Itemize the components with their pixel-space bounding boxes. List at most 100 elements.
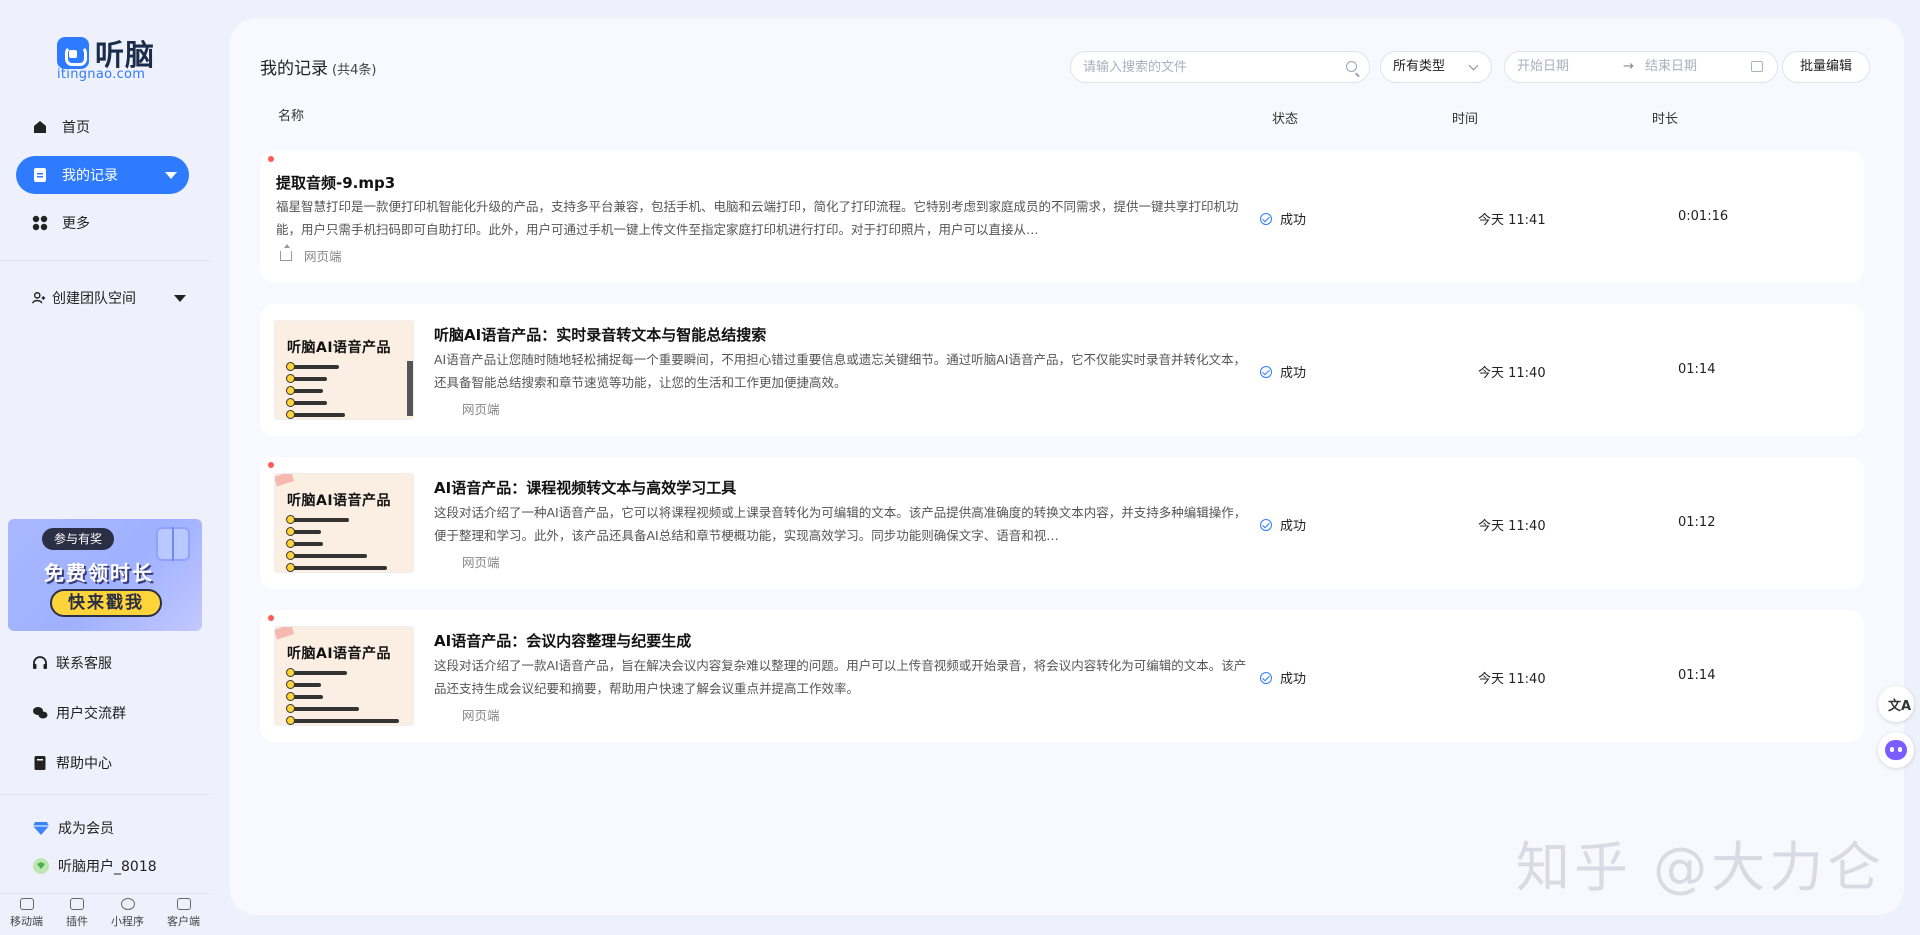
unread-dot [268,156,274,162]
unread-dot [268,462,274,468]
plugin-link[interactable]: 插件 [66,898,88,929]
thumbnail-title: 听脑AI语音产品 [287,493,392,509]
thumbnail-tape [275,474,295,487]
check-circle-icon [1260,671,1272,684]
record-title[interactable]: 提取音频-9.mp3 [276,172,395,193]
thumbnail-tape [275,627,295,640]
record-row[interactable]: 听脑AI语音产品 AI语音产品：课程视频转文本与高效学习工具 这段对话介绍了一种… [260,457,1864,589]
bottom-bar: 移动端 插件 小程序 客户端 [10,898,200,929]
contact-support-link[interactable]: 联系客服 [32,653,112,673]
promo-cta[interactable]: 快来戳我 [50,589,162,617]
status-badge: 成功 [1260,209,1306,228]
miniprogram-link[interactable]: 小程序 [111,898,144,929]
check-circle-icon [1260,518,1272,531]
desktop-client-link[interactable]: 客户端 [167,898,200,929]
thumbnail-bullet [286,704,359,713]
record-thumbnail[interactable]: 听脑AI语音产品 [274,626,414,726]
check-circle-icon [1260,365,1272,378]
document-icon [34,168,46,182]
column-header-name: 名称 [278,109,305,124]
arrow-right-icon: → [1623,59,1634,74]
record-thumbnail[interactable]: 听脑AI语音产品 [274,320,414,420]
record-source: 网页端 [462,555,500,570]
record-title[interactable]: AI语音产品：课程视频转文本与高效学习工具 [434,477,736,498]
date-range-picker[interactable]: 开始日期 → 结束日期 [1504,51,1778,83]
record-title[interactable]: 听脑AI语音产品：实时录音转文本与智能总结搜索 [434,324,766,345]
divider [0,794,210,795]
thumbnail-bullet [286,716,399,725]
translate-icon: 文A [1888,699,1912,714]
nav-more[interactable]: 更多 [16,204,189,242]
start-date-input[interactable]: 开始日期 [1517,52,1569,82]
mobile-link[interactable]: 移动端 [10,898,43,929]
caret-down-icon[interactable] [165,172,177,179]
record-duration: 01:12 [1678,515,1716,530]
become-member-link[interactable]: 成为会员 [32,818,114,838]
mobile-icon [19,898,34,910]
search-input[interactable] [1083,52,1333,82]
headset-icon [33,656,47,669]
chevron-down-icon [1468,60,1479,71]
divider [0,260,210,261]
record-thumbnail[interactable]: 听脑AI语音产品 [274,473,414,573]
promo-banner[interactable]: 参与有奖 免费领时长 快来戳我 [8,519,202,631]
compass-icon [120,898,135,910]
thumbnail-bullet [286,692,323,701]
thumbnail-bullet [286,563,387,572]
record-title[interactable]: AI语音产品：会议内容整理与纪要生成 [434,630,691,651]
record-row[interactable]: 听脑AI语音产品 AI语音产品：会议内容整理与纪要生成 这段对话介绍了一款AI语… [260,610,1864,742]
record-duration: 01:14 [1678,668,1716,683]
column-header-duration: 时长 [1652,112,1679,127]
thumbnail-bullet [286,527,321,536]
promo-headline: 免费领时长 [44,561,154,585]
watermark: 知乎 @大力仑 [1516,836,1886,899]
record-time: 今天 11:40 [1478,672,1546,687]
thumbnail-bullet [286,668,347,677]
nav-records-label: 我的记录 [62,168,118,184]
record-duration: 01:14 [1678,362,1716,377]
miniprogram-label: 小程序 [111,915,144,928]
search-icon[interactable] [1346,61,1357,72]
end-date-input[interactable]: 结束日期 [1645,52,1697,82]
translate-button[interactable]: 文A [1878,686,1914,722]
page-title-text: 我的记录 [260,59,328,79]
nav-records[interactable]: 我的记录 [16,156,189,194]
calendar-icon[interactable] [1751,61,1763,72]
batch-edit-button[interactable]: 批量编辑 [1782,51,1870,83]
promo-tag: 参与有奖 [42,528,115,550]
grid-icon [32,215,48,231]
column-header-status: 状态 [1272,112,1299,127]
status-text: 成功 [1280,213,1307,228]
thumbnail-bullet [286,539,323,548]
status-badge: 成功 [1260,668,1306,687]
page-title: 我的记录 (共4条) [260,54,376,79]
user-community-link[interactable]: 用户交流群 [32,703,126,723]
thumbnail-bullet [286,680,321,689]
nav-home-label: 首页 [62,120,90,136]
brain-logo-icon [57,37,89,69]
type-filter-value: 所有类型 [1393,59,1446,74]
record-row[interactable]: 提取音频-9.mp3 福星智慧打印是一款便打印机智能化升级的产品，支持多平台兼容… [260,151,1864,283]
monitor-icon [176,898,191,910]
status-badge: 成功 [1260,362,1306,381]
record-row[interactable]: 听脑AI语音产品 听脑AI语音产品：实时录音转文本与智能总结搜索 AI语音产品让… [260,304,1864,436]
user-community-label: 用户交流群 [56,706,126,722]
record-summary: 福星智慧打印是一款便打印机智能化升级的产品，支持多平台兼容，包括手机、电脑和云端… [276,199,1239,237]
status-badge: 成功 [1260,515,1306,534]
ai-assistant-button[interactable] [1878,732,1914,768]
robot-icon [1885,740,1907,760]
search-box[interactable] [1070,51,1370,83]
record-time: 今天 11:40 [1478,519,1546,534]
caret-down-icon[interactable] [174,295,186,302]
plugin-label: 插件 [66,915,88,928]
record-source-label: 网页端 [304,249,342,264]
contact-support-label: 联系客服 [56,656,112,672]
type-filter-select[interactable]: 所有类型 [1380,51,1492,83]
create-team-space[interactable]: 创建团队空间 [32,288,186,308]
check-circle-icon [1260,212,1272,225]
thumbnail-bullet [286,410,345,419]
help-center-link[interactable]: 帮助中心 [32,753,112,773]
nav-home[interactable]: 首页 [16,108,189,146]
user-profile[interactable]: 听脑用户_8018 [32,856,157,876]
thumbnail-figure [407,361,413,416]
